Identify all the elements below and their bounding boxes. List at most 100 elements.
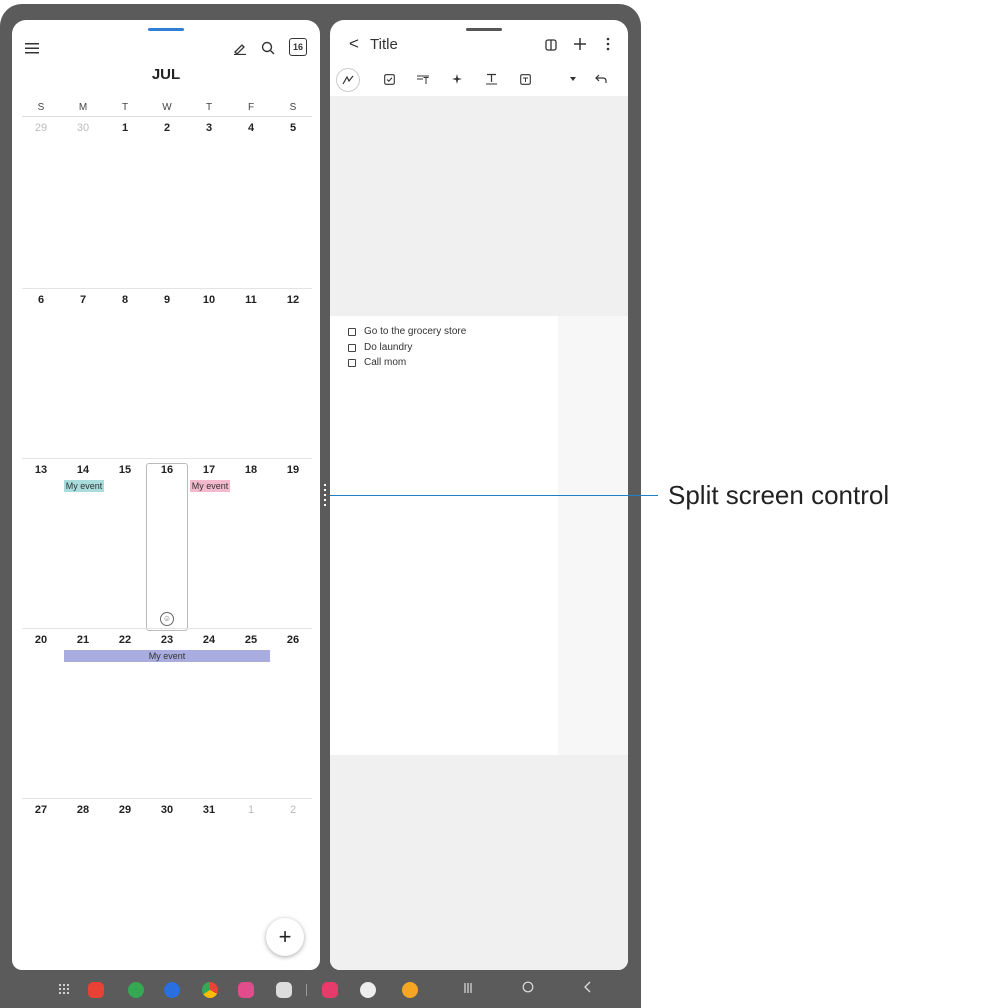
note-canvas-area[interactable] xyxy=(330,755,628,970)
day-cell[interactable]: 8 xyxy=(104,294,146,306)
day-cell[interactable]: 2 xyxy=(146,122,188,134)
day-cell[interactable]: 17 xyxy=(188,464,230,476)
weekday-label: S xyxy=(289,102,297,113)
weekday-header: S M T W T F S xyxy=(20,102,314,113)
calendar-app-icon[interactable] xyxy=(322,982,338,998)
day-cell[interactable]: 2 xyxy=(272,804,314,816)
day-cell[interactable]: 12 xyxy=(272,294,314,306)
day-cell[interactable]: 1 xyxy=(230,804,272,816)
checkbox[interactable] xyxy=(348,343,356,352)
day-cell[interactable]: 25 xyxy=(230,634,272,646)
phone-app-icon[interactable] xyxy=(128,982,144,998)
day-cell[interactable]: 4 xyxy=(230,122,272,134)
taskbar xyxy=(0,970,641,1008)
week-row[interactable]: 20 21 22 23 24 25 26 My event xyxy=(20,634,314,802)
checkbox[interactable] xyxy=(348,327,356,336)
text-style-icon[interactable] xyxy=(414,70,432,88)
day-cell[interactable]: 31 xyxy=(188,804,230,816)
tips-app-icon[interactable] xyxy=(402,982,418,998)
event-chip[interactable]: My event xyxy=(64,650,270,662)
calendar-window-handle[interactable] xyxy=(148,28,184,31)
day-cell[interactable]: 18 xyxy=(230,464,272,476)
assist-icon[interactable] xyxy=(448,70,466,88)
dock-divider xyxy=(306,984,307,996)
day-cell[interactable]: 28 xyxy=(62,804,104,816)
reading-mode-icon[interactable] xyxy=(542,36,560,54)
callout-label: Split screen control xyxy=(668,480,890,510)
note-title[interactable]: Title xyxy=(370,36,398,53)
day-cell[interactable]: 30 xyxy=(146,804,188,816)
more-options-icon[interactable] xyxy=(600,34,616,54)
checklist-item[interactable]: Do laundry xyxy=(348,342,412,353)
callout-line xyxy=(330,495,658,496)
day-cell[interactable]: 11 xyxy=(230,294,272,306)
today-icon[interactable]: 16 xyxy=(288,37,308,57)
day-cell[interactable]: 5 xyxy=(272,122,314,134)
chrome-app-icon[interactable] xyxy=(202,982,218,998)
menu-icon[interactable] xyxy=(22,38,42,58)
notes-window-handle[interactable] xyxy=(466,28,502,31)
day-cell[interactable]: 6 xyxy=(20,294,62,306)
settings-app-icon[interactable] xyxy=(360,982,376,998)
insert-icon[interactable] xyxy=(516,70,534,88)
day-cell[interactable]: 22 xyxy=(104,634,146,646)
edit-icon[interactable] xyxy=(230,38,250,58)
day-cell[interactable]: 19 xyxy=(272,464,314,476)
note-margin xyxy=(558,316,628,755)
day-cell-today[interactable]: 16 xyxy=(146,464,188,476)
checkbox-tool-icon[interactable] xyxy=(380,70,398,88)
day-cell[interactable]: 20 xyxy=(20,634,62,646)
camera-app-icon[interactable] xyxy=(276,982,292,998)
gallery-app-icon[interactable] xyxy=(238,982,254,998)
dropdown-arrow-icon[interactable] xyxy=(566,72,580,86)
checkbox[interactable] xyxy=(348,358,356,367)
weekday-label: T xyxy=(121,102,129,113)
day-cell[interactable]: 9 xyxy=(146,294,188,306)
checklist-item[interactable]: Call mom xyxy=(348,357,406,368)
weekday-label: W xyxy=(162,102,172,113)
day-cell[interactable]: 26 xyxy=(272,634,314,646)
day-cell[interactable]: 1 xyxy=(104,122,146,134)
apps-grid-icon[interactable] xyxy=(56,980,72,998)
day-cell[interactable]: 30 xyxy=(62,122,104,134)
add-icon[interactable] xyxy=(570,34,590,54)
checklist-item[interactable]: Go to the grocery store xyxy=(348,326,466,337)
day-cell[interactable]: 13 xyxy=(20,464,62,476)
home-icon[interactable] xyxy=(516,980,540,996)
split-screen-handle[interactable] xyxy=(324,484,326,506)
add-event-button[interactable]: + xyxy=(266,918,304,956)
divider xyxy=(22,798,312,799)
divider xyxy=(22,628,312,629)
event-chip[interactable]: My event xyxy=(64,480,104,492)
day-cell[interactable]: 10 xyxy=(188,294,230,306)
back-nav-icon[interactable] xyxy=(576,980,600,996)
notes-app-icon[interactable] xyxy=(88,982,104,998)
day-cell[interactable]: 23 xyxy=(146,634,188,646)
day-cell[interactable]: 15 xyxy=(104,464,146,476)
day-cell[interactable]: 3 xyxy=(188,122,230,134)
week-row[interactable]: 13 14 15 16 17 18 19 My event My event xyxy=(20,464,314,632)
recents-icon[interactable] xyxy=(456,980,480,996)
day-cell[interactable]: 21 xyxy=(62,634,104,646)
undo-icon[interactable] xyxy=(592,70,610,88)
messages-app-icon[interactable] xyxy=(164,982,180,998)
pen-mode-icon[interactable] xyxy=(336,68,360,92)
day-cell[interactable]: 27 xyxy=(20,804,62,816)
back-icon[interactable]: < xyxy=(346,34,362,54)
event-chip[interactable]: My event xyxy=(190,480,230,492)
day-cell[interactable]: 24 xyxy=(188,634,230,646)
day-cell[interactable]: 29 xyxy=(20,122,62,134)
checklist-text: Call mom xyxy=(364,357,407,368)
week-row[interactable]: 6 7 8 9 10 11 12 xyxy=(20,294,314,462)
divider xyxy=(22,288,312,289)
weekday-label: M xyxy=(78,102,88,113)
checklist-text: Do laundry xyxy=(364,342,413,353)
week-row[interactable]: 29 30 1 2 3 4 5 xyxy=(20,122,314,290)
text-format-icon[interactable] xyxy=(482,70,500,88)
search-icon[interactable] xyxy=(258,38,278,58)
day-cell[interactable]: 29 xyxy=(104,804,146,816)
day-cell[interactable]: 14 xyxy=(62,464,104,476)
checklist-text: Go to the grocery store xyxy=(364,326,467,337)
day-cell[interactable]: 7 xyxy=(62,294,104,306)
note-canvas-area[interactable] xyxy=(330,96,628,316)
